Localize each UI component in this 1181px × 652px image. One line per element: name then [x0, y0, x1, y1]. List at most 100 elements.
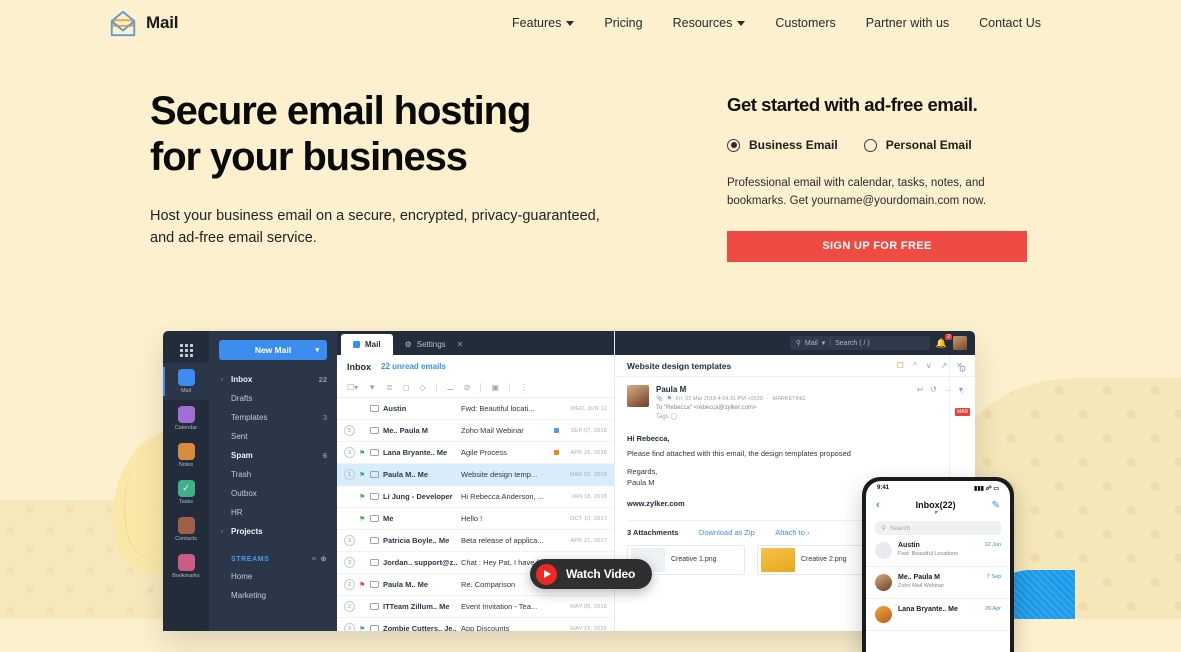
unread-count-link[interactable]: 22 unread emails — [381, 362, 446, 371]
folder-templates[interactable]: Templates 3 — [209, 408, 337, 427]
compose-icon[interactable]: ✎ — [992, 500, 1000, 511]
message-date: JAN 18, 2018 — [571, 493, 607, 500]
nav-item-partner[interactable]: Partner with us — [866, 16, 949, 30]
folder-label: Spam — [231, 451, 253, 460]
folder-sent[interactable]: Sent — [209, 427, 337, 446]
list-item[interactable]: Austin Fwd: Beautiful Locations 12 Jun — [866, 535, 1010, 567]
notifications-bell[interactable]: 🔔 2 — [936, 333, 952, 349]
search-input[interactable]: ⚲ Mail ▾ | Search ( / ) — [789, 336, 930, 350]
heart-icon[interactable]: ♡ — [958, 386, 966, 397]
radio-business-email[interactable]: Business Email — [727, 138, 838, 152]
table-row[interactable]: 3 ⚑ Lana Bryante.. Me Agile Process APR 26, … — [337, 442, 614, 464]
rail-item-mail[interactable]: Mail — [163, 363, 209, 400]
new-mail-button[interactable]: New Mail ▾ — [219, 340, 327, 360]
table-row[interactable]: 1 ⚑ Paula M.. Me Website design temp... MAR … — [337, 464, 614, 486]
nav-item-pricing[interactable]: Pricing — [604, 16, 642, 30]
folder-label: Inbox — [231, 375, 253, 384]
delete-icon[interactable]: ⚊ — [447, 383, 454, 392]
nav-item-contact[interactable]: Contact Us — [979, 16, 1041, 30]
next-icon[interactable]: ∨ — [926, 361, 932, 370]
contacts-icon — [177, 517, 195, 534]
nav-item-features[interactable]: Features — [512, 16, 575, 30]
rail-label: Tasks — [178, 499, 194, 505]
folder-outbox[interactable]: Outbox — [209, 484, 337, 503]
table-row[interactable]: Austin Fwd: Beautiful locati... WED, JUN 1… — [337, 398, 614, 420]
folder-inbox[interactable]: › Inbox 22 — [209, 370, 337, 389]
table-row[interactable]: 3 Patricia Boyle.. Me Beta release of appl… — [337, 530, 614, 552]
chevron-left-icon[interactable]: ‹ — [876, 499, 880, 511]
rail-item-contacts[interactable]: Contacts — [163, 511, 209, 548]
message-sender: Paula M.. Me — [383, 470, 429, 479]
avatar[interactable] — [953, 336, 967, 350]
archive-icon[interactable]: ▣ — [491, 383, 499, 392]
toolbar-divider — [435, 383, 437, 392]
rail-item-bookmarks[interactable]: Bookmarks — [163, 548, 209, 585]
select-all-checkbox-icon[interactable]: ☐▾ — [347, 383, 358, 392]
app-grid-icon[interactable] — [163, 337, 209, 363]
rail-item-calendar[interactable]: Calendar — [163, 400, 209, 437]
tab-mail[interactable]: Mail — [341, 334, 393, 355]
folder-spam[interactable]: Spam 6 — [209, 446, 337, 465]
previous-icon[interactable]: ^ — [913, 361, 917, 370]
table-row[interactable]: 3 ⚑ Zombie Cutters.. Je... App Discounts MAY… — [337, 618, 614, 631]
label-dot — [554, 472, 559, 477]
list-header: Inbox 22 unread emails — [337, 355, 614, 378]
phone-search-input[interactable]: ⚲ Search — [875, 521, 1001, 535]
table-row[interactable]: 2 ITTeam Zillum.. Me Event Invitation - Te… — [337, 596, 614, 618]
calendar-badge-icon[interactable]: MAR — [954, 408, 971, 416]
message-sender: Paula M.. Me — [383, 580, 429, 589]
reply-all-icon[interactable]: ↺ — [930, 385, 937, 420]
folder-drafts[interactable]: Drafts — [209, 389, 337, 408]
spam-icon[interactable]: ⊘ — [464, 383, 471, 392]
brand-logo[interactable]: Mail — [108, 8, 178, 38]
stream-home[interactable]: Home — [209, 567, 337, 586]
toolbar-divider — [509, 383, 511, 392]
rail-item-notes[interactable]: Notes — [163, 437, 209, 474]
search-scope[interactable]: Mail — [805, 340, 818, 347]
folder-projects[interactable]: › Projects — [209, 522, 337, 541]
label-dot — [554, 406, 559, 411]
popout-icon[interactable]: ↗ — [941, 361, 948, 370]
table-row[interactable]: ⚑ Me Hello ! OCT 10, 2017 — [337, 508, 614, 530]
gear-icon[interactable]: ⚙ — [958, 364, 966, 375]
label-dot — [554, 516, 559, 521]
list-item[interactable]: Lana Bryante.. Me 26 Apr — [866, 599, 1010, 631]
watch-video-button[interactable]: Watch Video — [530, 559, 653, 589]
label-dot — [554, 626, 559, 631]
rail-item-tasks[interactable]: ✓ Tasks — [163, 474, 209, 511]
stream-marketing[interactable]: Marketing — [209, 586, 337, 605]
sort-icon[interactable]: ≣ — [386, 383, 393, 392]
filter-icon[interactable]: ▼ — [368, 383, 376, 392]
folder-move-icon[interactable]: ◻ — [403, 383, 410, 392]
sign-up-for-free-button[interactable]: SIGN UP FOR FREE — [727, 230, 1027, 262]
download-as-zip-link[interactable]: Download as Zip — [699, 528, 755, 537]
attachment-preview — [761, 547, 795, 572]
nav-item-customers[interactable]: Customers — [775, 16, 835, 30]
close-icon[interactable]: ✕ — [457, 340, 464, 349]
chevron-down-icon[interactable]: ▾ — [934, 509, 937, 516]
table-row[interactable]: 5 Me.. Paula M Zoho Mail Webinar SEP 07, 20… — [337, 420, 614, 442]
table-row[interactable]: ⚑ Li Jung - Developer Hi Rebecca Anderson,… — [337, 486, 614, 508]
nav-item-resources[interactable]: Resources — [673, 16, 746, 30]
email-tags[interactable]: Tags ◯ — [656, 413, 910, 420]
rail-label: Notes — [178, 462, 194, 468]
message-date: APR 26, 2018 — [570, 449, 607, 456]
streams-actions[interactable]: ≡ ⊕ — [312, 555, 327, 564]
add-stream-icon[interactable]: ⊕ — [321, 555, 327, 563]
streams-label: STREAMS — [231, 555, 270, 563]
radio-personal-email[interactable]: Personal Email — [863, 138, 972, 152]
list-item[interactable]: Me.. Paula M Zoho Mail Webinar 7 Sep — [866, 567, 1010, 599]
folder-hr[interactable]: HR — [209, 503, 337, 522]
attach-to-link[interactable]: Attach to › — [775, 528, 809, 537]
envelope-icon — [370, 471, 379, 478]
reply-icon[interactable]: ↩ — [917, 385, 924, 420]
tab-settings[interactable]: ⚙ Settings ✕ — [393, 334, 476, 355]
signup-note: Professional email with calendar, tasks,… — [727, 177, 987, 208]
stream-label: Home — [231, 572, 253, 581]
more-options-icon[interactable]: ⋮ — [520, 383, 528, 392]
folder-trash[interactable]: Trash — [209, 465, 337, 484]
snooze-icon[interactable]: ☐ — [897, 361, 904, 370]
search-icon: ⚲ — [795, 340, 801, 347]
attachment-item[interactable]: Creative 2.png — [757, 544, 875, 575]
tag-icon[interactable]: ◇ — [419, 383, 425, 392]
